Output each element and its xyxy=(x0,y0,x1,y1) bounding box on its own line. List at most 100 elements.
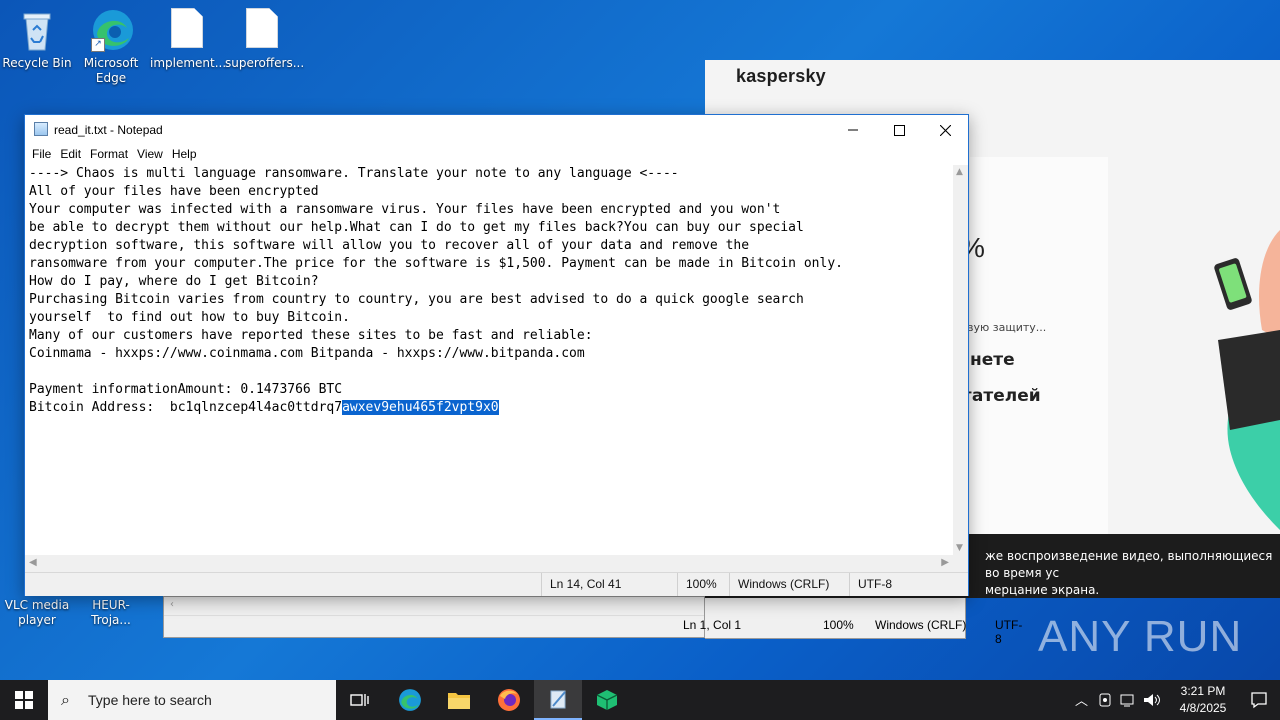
text-line: All of your files have been encrypted xyxy=(29,184,319,199)
text-line: Many of our customers have reported thes… xyxy=(29,328,593,343)
desktop-icon-label: superoffers... xyxy=(225,56,305,70)
taskbar: ⌕ Type here to search ︿ 3:21 PM 4/8/2025 xyxy=(0,680,1280,720)
desktop-icon-edge[interactable]: ↗ Microsoft Edge xyxy=(74,8,148,86)
desktop-icon-recycle-bin[interactable]: Recycle Bin xyxy=(0,8,74,71)
recycle-bin-icon xyxy=(17,8,57,52)
shortcut-arrow-icon: ↗ xyxy=(91,38,105,52)
notepad-icon xyxy=(34,122,48,136)
text-line: How do I pay, where do I get Bitcoin? xyxy=(29,274,319,289)
scroll-down-icon[interactable]: ▼ xyxy=(956,543,963,553)
chevron-up-icon[interactable]: ︿ xyxy=(1075,690,1088,709)
text-line: decryption software, this software will … xyxy=(29,238,750,253)
close-button[interactable] xyxy=(922,115,968,145)
desktop-icon-superoffers[interactable]: superoffers... xyxy=(225,8,305,71)
scroll-up-icon[interactable]: ▲ xyxy=(956,167,963,177)
text-line: Your computer was infected with a ransom… xyxy=(29,202,781,217)
kaspersky-content-panel xyxy=(970,157,1108,537)
menu-bar: File Edit Format View Help xyxy=(25,145,968,165)
text-line: Payment informationAmount: 0.1473766 BTC xyxy=(29,382,343,397)
search-icon: ⌕ xyxy=(61,690,70,709)
taskbar-clock[interactable]: 3:21 PM 4/8/2025 xyxy=(1168,683,1238,717)
desktop-icon-vlc[interactable]: VLC media player xyxy=(0,598,74,628)
text-line: Coinmama - hxxps://www.coinmama.com Bitp… xyxy=(29,346,585,361)
notepad-icon xyxy=(550,690,566,709)
notifications-icon[interactable] xyxy=(1250,691,1268,709)
kaspersky-illustration xyxy=(1214,230,1280,530)
kaspersky-heading-2: гателей xyxy=(963,386,1041,406)
text-line: Purchasing Bitcoin varies from country t… xyxy=(29,292,804,307)
network-status-icon[interactable] xyxy=(1098,692,1112,708)
volume-icon[interactable] xyxy=(1142,691,1160,709)
kaspersky-small-text: вую защиту... xyxy=(967,321,1047,334)
maximize-icon xyxy=(893,124,905,136)
minimize-button[interactable] xyxy=(830,115,876,145)
titlebar[interactable]: read_it.txt - Notepad xyxy=(25,115,968,145)
status-line-ending: Windows (CRLF) xyxy=(875,618,967,632)
text-line: ----> Chaos is multi language ransomware… xyxy=(29,166,679,181)
status-bar: Ln 14, Col 41 100% Windows (CRLF) UTF-8 xyxy=(25,572,968,596)
desktop-icon-label: Microsoft Edge xyxy=(83,56,139,85)
edge-icon: ↗ xyxy=(91,8,133,52)
vertical-scrollbar[interactable]: ▲ ▼ xyxy=(953,165,968,555)
selected-text[interactable]: awxev9ehu465f2vpt9x0 xyxy=(342,400,499,415)
task-view-button[interactable] xyxy=(336,680,384,720)
desktop-icon-label: implement... xyxy=(150,56,227,70)
close-icon xyxy=(939,124,951,136)
maximize-button[interactable] xyxy=(876,115,922,145)
status-line-ending: Windows (CRLF) xyxy=(729,573,849,596)
start-button[interactable] xyxy=(0,680,48,720)
cube-icon xyxy=(596,690,618,710)
clock-time: 3:21 PM xyxy=(1180,684,1226,698)
scroll-right-icon[interactable]: ▶ xyxy=(941,557,949,568)
menu-help[interactable]: Help xyxy=(165,145,205,161)
menu-format[interactable]: Format xyxy=(83,145,136,161)
horizontal-scrollbar[interactable]: ◀ ▶ xyxy=(25,555,953,572)
status-encoding: UTF-8 xyxy=(849,573,969,596)
desktop-icon-label: Recycle Bin xyxy=(2,56,72,70)
task-view-icon xyxy=(350,694,369,706)
text-line xyxy=(25,363,954,381)
status-position: Ln 14, Col 41 xyxy=(541,573,677,596)
folder-icon xyxy=(448,693,470,709)
minimize-icon xyxy=(848,129,858,131)
anyrun-watermark: ANY RUN xyxy=(1038,612,1243,661)
scroll-left-icon[interactable]: ‹ xyxy=(170,599,174,610)
taskbar-file-explorer[interactable] xyxy=(435,680,483,720)
taskbar-edge[interactable] xyxy=(386,680,434,720)
firefox-icon xyxy=(498,689,520,711)
desktop-icon-implement[interactable]: implement... xyxy=(150,8,227,71)
file-icon xyxy=(167,8,207,52)
window-title: read_it.txt - Notepad xyxy=(54,123,163,137)
status-encoding: UTF-8 xyxy=(995,618,1023,646)
bitcoin-address-line: Bitcoin Address: bc1qlnzcep4l4ac0ttdrq7a… xyxy=(25,399,954,417)
text-line: ransomware from your computer.The price … xyxy=(29,256,843,271)
bitcoin-address-prefix: Bitcoin Address: bc1qlnzcep4l4ac0ttdrq7 xyxy=(29,400,343,415)
taskbar-search-box[interactable]: ⌕ Type here to search xyxy=(48,680,336,720)
kaspersky-logo: kaspersky xyxy=(736,66,826,86)
notepad-background-statusbar: Ln 1, Col 1 100% Windows (CRLF) UTF-8 xyxy=(683,598,1022,646)
status-zoom: 100% xyxy=(823,618,854,632)
taskbar-firefox[interactable] xyxy=(485,680,533,720)
kaspersky-heading-1: нете xyxy=(970,350,1015,370)
scroll-left-icon[interactable]: ◀ xyxy=(29,557,37,568)
text-line: yourself to find out how to buy Bitcoin. xyxy=(29,310,350,325)
windows-logo-icon xyxy=(15,691,33,709)
text-editor[interactable]: ----> Chaos is multi language ransomware… xyxy=(25,165,954,555)
desktop-icon-label: HEUR-Troja... xyxy=(91,598,131,627)
desktop-icon-heur-trojan[interactable]: HEUR-Troja... xyxy=(74,598,148,628)
clock-date: 4/8/2025 xyxy=(1179,701,1227,715)
edge-icon xyxy=(399,689,421,711)
notepad-background-window[interactable]: ‹ xyxy=(163,596,705,638)
taskbar-notepad[interactable] xyxy=(534,680,582,720)
network-icon[interactable] xyxy=(1120,692,1136,708)
file-icon xyxy=(242,8,282,52)
notepad-window[interactable]: read_it.txt - Notepad File Edit Format View… xyxy=(24,114,969,596)
scrollbar-corner xyxy=(953,555,968,572)
status-zoom: 100% xyxy=(677,573,729,596)
horizontal-scrollbar[interactable]: ‹ xyxy=(164,597,704,616)
search-placeholder: Type here to search xyxy=(88,692,212,708)
status-position: Ln 1, Col 1 xyxy=(683,618,742,632)
taskbar-app-cube[interactable] xyxy=(583,680,631,720)
text-line: be able to decrypt them without our help… xyxy=(29,220,804,235)
desktop-icon-label: VLC media player xyxy=(4,598,70,627)
